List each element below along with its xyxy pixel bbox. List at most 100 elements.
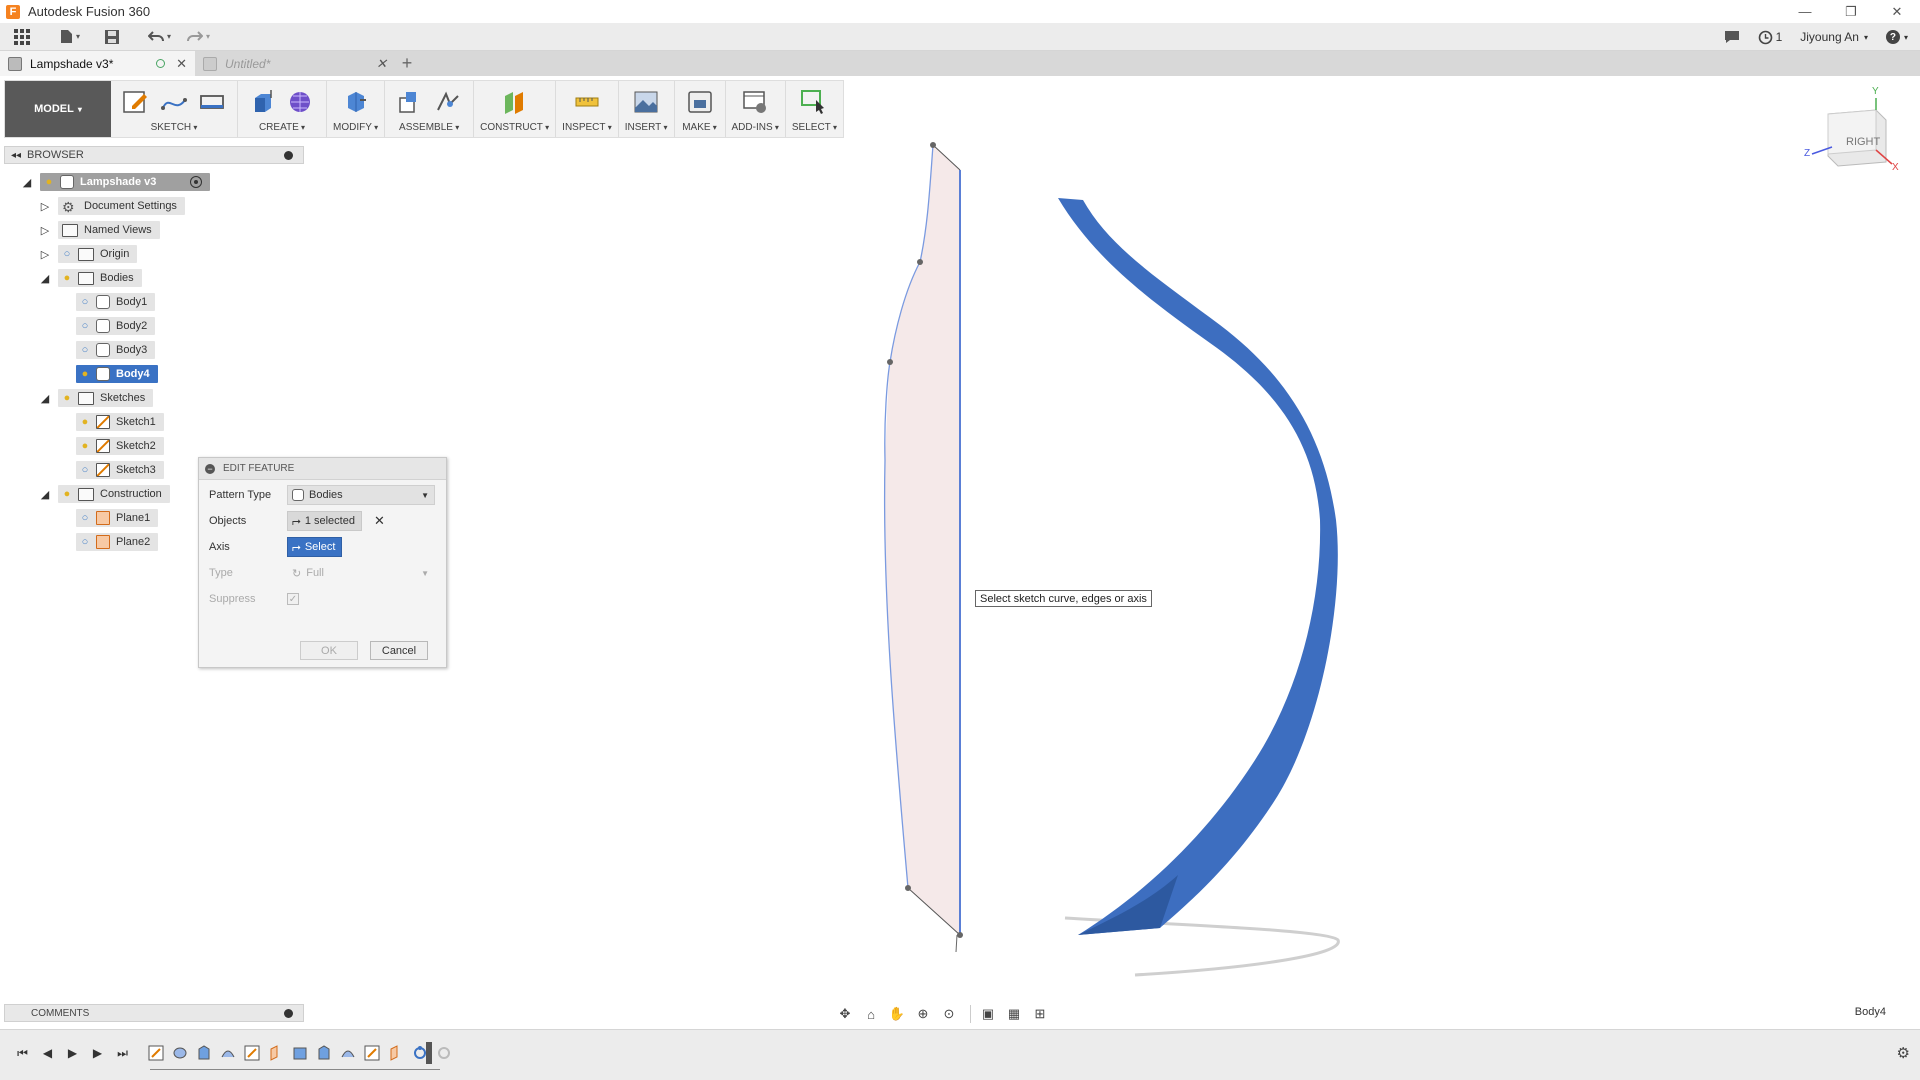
viewports-icon[interactable]: ⊞	[1029, 1004, 1051, 1024]
lightbulb-icon[interactable]: ○	[80, 344, 90, 356]
lightbulb-icon[interactable]: ●	[44, 176, 54, 188]
notifications-button[interactable]: 1	[1758, 30, 1782, 45]
lightbulb-icon[interactable]: ●	[62, 488, 72, 500]
undo-button[interactable]: ▾	[144, 25, 175, 49]
step-forward-icon[interactable]: ▶	[85, 1044, 110, 1062]
tab-lampshade[interactable]: Lampshade v3* ✕	[0, 51, 195, 76]
sketch-line-top[interactable]	[932, 144, 961, 171]
tree-pill[interactable]: ● Bodies	[58, 269, 142, 287]
go-to-start-icon[interactable]: ⏮	[10, 1044, 35, 1062]
rectangle-icon[interactable]	[196, 86, 228, 118]
close-window-button[interactable]: ✕	[1874, 0, 1920, 23]
press-pull-icon[interactable]	[340, 86, 372, 118]
toolbar-group-make[interactable]: MAKE	[675, 81, 726, 137]
zoom-icon[interactable]: ⊕	[912, 1004, 934, 1024]
pin-icon[interactable]	[284, 150, 293, 160]
tree-pill[interactable]: ● Sketch2	[76, 437, 164, 455]
tree-pill[interactable]: ○ Body3	[76, 341, 156, 359]
scripts-addins-icon[interactable]	[739, 86, 771, 118]
collapse-browser-icon[interactable]: ◂◂	[5, 150, 27, 161]
toolbar-group-create[interactable]: CREATE	[238, 81, 327, 137]
display-settings-icon[interactable]: ▣	[977, 1004, 999, 1024]
collapse-triangle-icon[interactable]: ◢	[38, 391, 52, 405]
3d-print-icon[interactable]	[684, 86, 716, 118]
pattern-type-select[interactable]: Bodies ▼	[287, 485, 435, 505]
toolbar-group-sketch[interactable]: SKETCH	[111, 81, 238, 137]
look-at-icon[interactable]: ⌂	[860, 1004, 882, 1024]
toolbar-group-addins[interactable]: ADD-INS	[726, 81, 786, 137]
create-sketch-icon[interactable]	[120, 86, 152, 118]
play-icon[interactable]: ▶	[60, 1044, 85, 1062]
timeline-plane-icon[interactable]	[386, 1044, 406, 1062]
expand-triangle-icon[interactable]: ▷	[38, 247, 52, 261]
sketch-point[interactable]	[905, 885, 911, 891]
tree-pill[interactable]: ○ Origin	[58, 245, 138, 263]
lightbulb-icon[interactable]: ○	[62, 248, 72, 260]
joint-icon[interactable]	[432, 86, 464, 118]
extrude-icon[interactable]	[247, 86, 279, 118]
lightbulb-icon[interactable]: ○	[80, 296, 90, 308]
sketch-point[interactable]	[917, 259, 923, 265]
new-tab-button[interactable]: +	[395, 51, 419, 76]
lightbulb-icon[interactable]: ●	[62, 392, 72, 404]
timeline-loft-icon[interactable]	[218, 1044, 238, 1062]
gear-icon[interactable]: ⚙	[1897, 1044, 1910, 1062]
workspace-switcher[interactable]: MODEL ▾	[5, 81, 111, 137]
orbit-icon[interactable]: ✥	[834, 1004, 856, 1024]
toolbar-group-assemble[interactable]: ASSEMBLE	[385, 81, 475, 137]
go-to-end-icon[interactable]: ⏭	[110, 1044, 135, 1062]
timeline-sketch-icon[interactable]	[146, 1044, 166, 1062]
expand-triangle-icon[interactable]: ▷	[38, 223, 52, 237]
save-button[interactable]	[100, 25, 124, 49]
tree-pill[interactable]: ● Body4	[76, 365, 158, 383]
file-menu-button[interactable]: ▾	[56, 25, 84, 49]
sketch-line-bottom[interactable]	[907, 887, 961, 936]
grid-settings-icon[interactable]: ▦	[1003, 1004, 1025, 1024]
tree-pill[interactable]: ● Sketches	[58, 389, 154, 407]
restore-button[interactable]: ❐	[1828, 0, 1874, 23]
comments-panel[interactable]: COMMENTS	[4, 1004, 304, 1022]
collapse-triangle-icon[interactable]: ◢	[20, 175, 34, 189]
tree-pill[interactable]: ⚙ Document Settings	[58, 197, 185, 215]
toolbar-group-inspect[interactable]: INSPECT	[556, 81, 619, 137]
tree-pill[interactable]: ○ Sketch3	[76, 461, 164, 479]
close-tab-icon[interactable]: ✕	[376, 56, 387, 72]
form-icon[interactable]	[285, 86, 317, 118]
toolbar-group-select[interactable]: SELECT	[786, 81, 843, 137]
sketch-profile[interactable]	[884, 145, 960, 935]
root-component-pill[interactable]: ● Lampshade v3	[40, 173, 210, 191]
sketch-point[interactable]	[957, 932, 963, 938]
timeline-plane-icon[interactable]	[266, 1044, 286, 1062]
timeline-revolve-icon[interactable]	[170, 1044, 190, 1062]
lightbulb-icon[interactable]: ○	[80, 320, 90, 332]
lightbulb-icon[interactable]: ○	[80, 536, 90, 548]
step-back-icon[interactable]: ◀	[35, 1044, 60, 1062]
fit-icon[interactable]: ⊙	[938, 1004, 960, 1024]
timeline-body-icon[interactable]	[314, 1044, 334, 1062]
collapse-triangle-icon[interactable]: ◢	[38, 271, 52, 285]
lightbulb-icon[interactable]: ●	[80, 416, 90, 428]
objects-selection[interactable]: ⮣ 1 selected	[287, 511, 362, 531]
sketch-point[interactable]	[887, 359, 893, 365]
clear-selection-icon[interactable]: ✕	[374, 513, 385, 529]
pan-icon[interactable]: ✋	[886, 1004, 908, 1024]
tree-pill[interactable]: ○ Body2	[76, 317, 156, 335]
tab-untitled[interactable]: Untitled* ✕	[195, 51, 395, 76]
user-menu[interactable]: Jiyoung An ▾	[1800, 30, 1868, 44]
lightbulb-icon[interactable]: ○	[80, 512, 90, 524]
add-comment-icon[interactable]	[284, 1008, 293, 1018]
expand-triangle-icon[interactable]: ▷	[38, 199, 52, 213]
minimize-button[interactable]: —	[1782, 0, 1828, 23]
redo-button[interactable]: ▾	[183, 25, 214, 49]
sketch-spline[interactable]	[883, 144, 934, 889]
offset-plane-icon[interactable]	[499, 86, 531, 118]
timeline-sketch-icon[interactable]	[242, 1044, 262, 1062]
viewcube-face-right[interactable]: RIGHT	[1846, 136, 1880, 148]
collapse-dialog-icon[interactable]: −	[205, 463, 215, 474]
toolbar-group-insert[interactable]: INSERT	[619, 81, 675, 137]
timeline-loft-icon[interactable]	[338, 1044, 358, 1062]
lightbulb-icon[interactable]: ●	[80, 368, 90, 380]
timeline-sketch-icon[interactable]	[362, 1044, 382, 1062]
lightbulb-icon[interactable]: ●	[62, 272, 72, 284]
lightbulb-icon[interactable]: ●	[80, 440, 90, 452]
